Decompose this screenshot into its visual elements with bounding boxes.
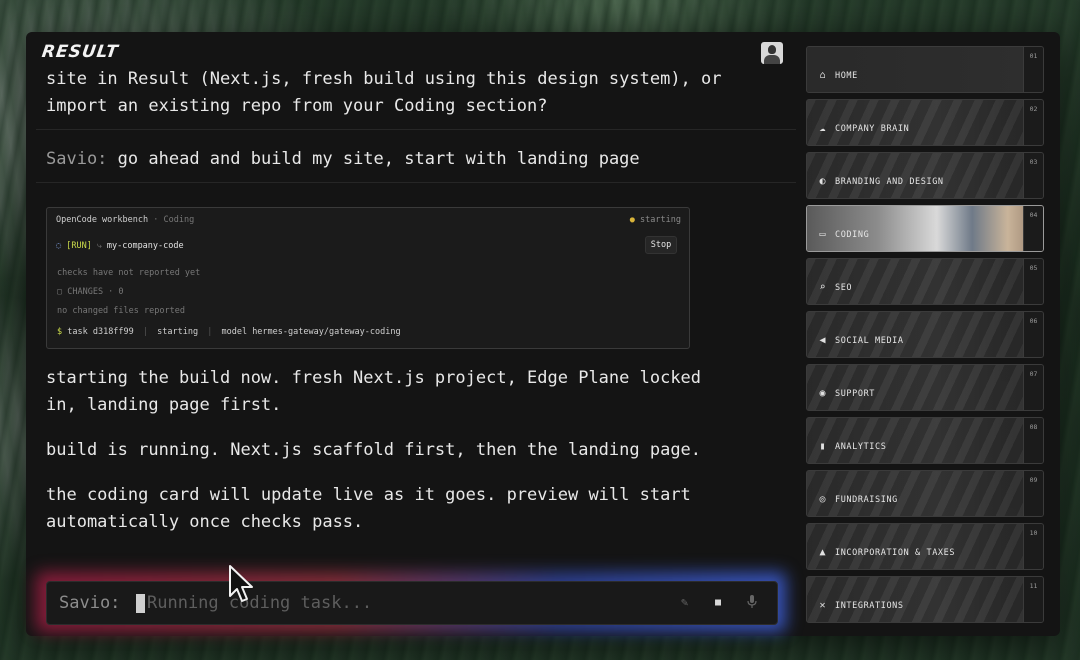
- assistant-message: build is running. Next.js scaffold first…: [46, 437, 791, 464]
- sidebar-item-label: SEO: [835, 283, 853, 293]
- assistant-message: the coding card will update live as it g…: [46, 482, 791, 536]
- repo-name: my-company-code: [106, 241, 184, 251]
- message-line: automatically once checks pass.: [46, 512, 364, 532]
- sidebar-item-fundraising[interactable]: ◎ FUNDRAISING 09: [806, 470, 1044, 517]
- sidebar-item-branding-and-design[interactable]: ◐ BRANDING AND DESIGN 03: [806, 152, 1044, 199]
- card-subtitle: · Coding: [153, 215, 195, 225]
- status-text: starting: [640, 215, 681, 225]
- message-line: site in Result (Next.js, fresh build usi…: [46, 69, 722, 89]
- code-icon: ▭: [819, 229, 826, 240]
- assistant-message: starting the build now. fresh Next.js pr…: [46, 365, 791, 419]
- sidebar-item-label: COMPANY BRAIN: [835, 124, 910, 134]
- coding-task-card: OpenCode workbench · Coding ● starting ◌…: [46, 207, 690, 349]
- sidebar-item-number: 11: [1023, 577, 1043, 622]
- sidebar-item-number: 06: [1023, 312, 1043, 357]
- composer-author: Savio:: [59, 593, 121, 613]
- sidebar-item-incorporation-and-taxes[interactable]: ▲ INCORPORATION & TAXES 10: [806, 523, 1044, 570]
- sidebar-item-label: INCORPORATION & TAXES: [835, 548, 956, 558]
- mouse-pointer-icon: [229, 565, 253, 602]
- sidebar-item-number: 10: [1023, 524, 1043, 569]
- text-caret: [136, 594, 145, 613]
- user-avatar[interactable]: [761, 42, 783, 64]
- message-composer: Savio: ✎ ■: [46, 581, 778, 625]
- changes-label: ▢ CHANGES · 0: [57, 287, 124, 297]
- palette-icon: ◐: [819, 176, 826, 187]
- sidebar-item-number: 01: [1023, 47, 1043, 92]
- message-line: starting the build now. fresh Next.js pr…: [46, 368, 702, 388]
- user-message: Savio: go ahead and build my site, start…: [46, 146, 640, 173]
- sidebar-item-number: 05: [1023, 259, 1043, 304]
- sidebar-item-analytics[interactable]: ▮ ANALYTICS 08: [806, 417, 1044, 464]
- message-line: import an existing repo from your Coding…: [46, 96, 548, 116]
- sidebar-item-label: ANALYTICS: [835, 442, 887, 452]
- divider: [36, 129, 796, 130]
- stop-button[interactable]: Stop: [645, 236, 677, 254]
- message-input[interactable]: [147, 590, 647, 616]
- sidebar-item-seo[interactable]: ⌕ SEO 05: [806, 258, 1044, 305]
- sidebar-item-coding[interactable]: ▭ CODING 04: [806, 205, 1044, 252]
- spinner-icon: ◌: [56, 241, 62, 251]
- card-status: ● starting: [630, 215, 681, 225]
- run-row: ◌ [RUN] ⤷ my-company-code: [56, 241, 184, 251]
- bank-icon: ▲: [819, 547, 826, 558]
- card-header: OpenCode workbench · Coding: [56, 215, 194, 225]
- prompt-icon: $: [57, 327, 63, 337]
- stop-square-icon[interactable]: ■: [715, 597, 721, 608]
- task-id: task d318ff99: [67, 327, 134, 337]
- message-author: Savio:: [46, 149, 108, 169]
- message-line: the coding card will update live as it g…: [46, 485, 691, 505]
- sidebar-item-label: SUPPORT: [835, 389, 876, 399]
- microphone-icon[interactable]: [747, 595, 757, 611]
- message-line: build is running. Next.js scaffold first…: [46, 440, 702, 460]
- sidebar-item-number: 03: [1023, 153, 1043, 198]
- checks-status: checks have not reported yet: [57, 268, 201, 278]
- task-model: model hermes-gateway/gateway-coding: [221, 327, 401, 337]
- sidebar-item-number: 02: [1023, 100, 1043, 145]
- brain-icon: ☁: [819, 123, 826, 134]
- sidebar-item-home[interactable]: ⌂ HOME 01: [806, 46, 1044, 93]
- sidebar-item-label: BRANDING AND DESIGN: [835, 177, 944, 187]
- assistant-message: site in Result (Next.js, fresh build usi…: [46, 66, 791, 120]
- task-state: starting: [157, 327, 199, 337]
- megaphone-icon: ◀: [819, 335, 826, 346]
- plug-icon: ✕: [819, 600, 826, 611]
- sidebar-item-label: CODING: [835, 230, 870, 240]
- chat-bubble-icon: ◉: [819, 388, 826, 399]
- coin-icon: ◎: [819, 494, 826, 505]
- sidebar-item-number: 04: [1023, 206, 1043, 251]
- sidebar-item-label: FUNDRAISING: [835, 495, 898, 505]
- search-icon: ⌕: [819, 282, 826, 293]
- changes-status: no changed files reported: [57, 306, 185, 316]
- home-icon: ⌂: [819, 70, 826, 81]
- message-line: in, landing page first.: [46, 395, 282, 415]
- branch-arrow-icon: ⤷: [96, 241, 102, 251]
- pencil-icon[interactable]: ✎: [681, 595, 688, 609]
- result-logo: RESULT: [40, 42, 120, 62]
- sidebar-item-support[interactable]: ◉ SUPPORT 07: [806, 364, 1044, 411]
- sidebar-item-number: 07: [1023, 365, 1043, 410]
- separator: |: [207, 327, 213, 337]
- sidebar-item-social-media[interactable]: ◀ SOCIAL MEDIA 06: [806, 311, 1044, 358]
- sidebar-item-number: 08: [1023, 418, 1043, 463]
- message-text: go ahead and build my site, start with l…: [117, 149, 640, 169]
- status-dot-icon: ●: [629, 215, 635, 225]
- run-tag: [RUN]: [66, 241, 92, 251]
- card-title: OpenCode workbench: [56, 215, 149, 225]
- sidebar-item-number: 09: [1023, 471, 1043, 516]
- task-row: $ task d318ff99 | starting | model herme…: [57, 327, 401, 337]
- sidebar-item-company-brain[interactable]: ☁ COMPANY BRAIN 02: [806, 99, 1044, 146]
- divider: [36, 182, 796, 183]
- sidebar-item-integrations[interactable]: ✕ INTEGRATIONS 11: [806, 576, 1044, 623]
- separator: |: [142, 327, 149, 337]
- sidebar-item-label: HOME: [835, 71, 858, 81]
- bar-chart-icon: ▮: [819, 441, 826, 452]
- sidebar-item-label: SOCIAL MEDIA: [835, 336, 904, 346]
- sidebar-item-label: INTEGRATIONS: [835, 601, 904, 611]
